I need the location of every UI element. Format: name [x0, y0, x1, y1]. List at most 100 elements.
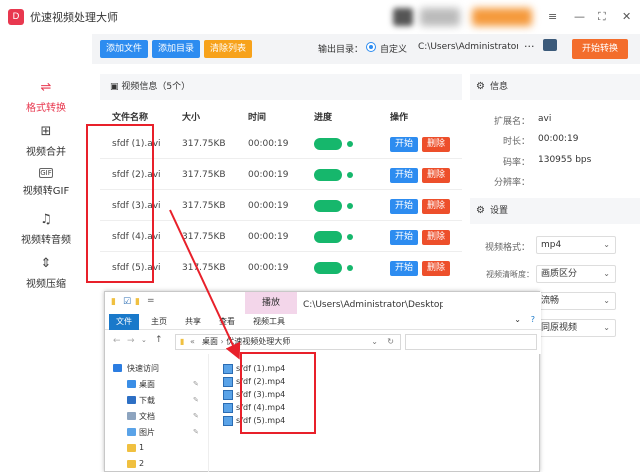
- output-path-field[interactable]: C:\Users\Administrator\: [418, 42, 518, 52]
- gif-icon: GIF: [39, 168, 53, 178]
- add-file-button[interactable]: 添加文件: [100, 40, 149, 58]
- file-time: 00:00:19: [248, 201, 289, 211]
- tab-play[interactable]: 播放: [245, 292, 297, 314]
- sidebar-item-video-to-gif[interactable]: GIF 视频转GIF: [0, 168, 92, 197]
- search-input[interactable]: [405, 334, 537, 350]
- custom-output-radio[interactable]: [366, 42, 376, 52]
- chevron-right-icon: «: [190, 337, 195, 346]
- file-size: 317.75KB: [182, 201, 226, 211]
- toolbar: 添加文件 添加目录 清除列表 输出目录： 自定义 C:\Users\Admini…: [92, 34, 640, 64]
- chevron-down-icon[interactable]: ⌄: [514, 315, 521, 324]
- tab-file[interactable]: 文件: [109, 314, 139, 330]
- start-button[interactable]: 开始: [390, 230, 418, 245]
- download-icon: [127, 396, 136, 404]
- help-icon[interactable]: ?: [531, 315, 535, 324]
- resolution-select[interactable]: 同原视频 ⌄: [536, 319, 616, 337]
- chevron-down-icon: ⌄: [603, 296, 610, 305]
- clear-list-button[interactable]: 清除列表: [204, 40, 253, 58]
- row-divider: [100, 189, 462, 190]
- column-header-progress: 进度: [314, 113, 333, 123]
- chevron-down-icon: ⌄: [603, 240, 610, 249]
- settings-title: 设置: [490, 206, 509, 216]
- chevron-down-icon: ⌄: [603, 269, 610, 278]
- column-header-actions: 操作: [390, 113, 409, 123]
- sidebar-item-video-compress[interactable]: ⇕ 视频压缩: [0, 256, 92, 290]
- chevron-down-icon[interactable]: ⌄: [371, 335, 378, 349]
- file-time: 00:00:19: [248, 232, 289, 242]
- convert-icon: ⇌: [40, 80, 52, 95]
- video-format-select[interactable]: mp4 ⌄: [536, 236, 616, 254]
- column-header-time: 时间: [248, 113, 267, 123]
- video-file-icon: [223, 403, 233, 413]
- file-time: 00:00:19: [248, 170, 289, 180]
- video-quality-label: 视频清晰度：: [486, 270, 534, 279]
- forward-icon[interactable]: →: [127, 336, 135, 346]
- file-list-header: ▣ 视频信息（5个）: [100, 74, 462, 100]
- pin-icon[interactable]: ✎: [193, 428, 199, 436]
- address-input[interactable]: ▮ « 桌面 › 优速视频处理大师 ⌄ ↻: [175, 334, 401, 350]
- desktop-icon: [127, 380, 136, 388]
- app-logo-icon: D: [8, 9, 24, 25]
- nav-item-label: 快速访问: [127, 364, 159, 373]
- file-size: 317.75KB: [182, 170, 226, 180]
- refresh-icon[interactable]: ↻: [387, 335, 394, 349]
- video-quality-select[interactable]: 画质区分 ⌄: [536, 265, 616, 283]
- address-crumb-folder[interactable]: 优速视频处理大师: [226, 337, 290, 346]
- start-button[interactable]: 开始: [390, 137, 418, 152]
- sidebar-item-video-merge[interactable]: ⊞ 视频合并: [0, 124, 92, 158]
- nav-item-label: 文档: [139, 412, 155, 421]
- tab-home[interactable]: 主页: [151, 316, 167, 327]
- status-dot: [347, 141, 353, 147]
- open-folder-icon[interactable]: [543, 39, 557, 51]
- pin-icon[interactable]: ✎: [193, 380, 199, 388]
- video-file-icon: [223, 364, 233, 374]
- folder-icon: ▮: [135, 297, 140, 307]
- sidebar-item-label: 视频转GIF: [22, 186, 70, 197]
- pin-icon[interactable]: ✎: [193, 396, 199, 404]
- close-icon[interactable]: ✕: [622, 10, 631, 23]
- start-button[interactable]: 开始: [390, 199, 418, 214]
- back-icon[interactable]: ←: [113, 336, 121, 346]
- delete-button[interactable]: 删除: [422, 199, 450, 214]
- audio-icon: ♫: [40, 212, 52, 227]
- status-dot: [347, 234, 353, 240]
- folder-icon: ▮: [180, 337, 185, 346]
- delete-button[interactable]: 删除: [422, 168, 450, 183]
- menu-icon[interactable]: ≡: [548, 10, 557, 23]
- fluency-select[interactable]: 流畅 ⌄: [536, 292, 616, 310]
- tab-share[interactable]: 共享: [185, 316, 201, 327]
- minimize-icon[interactable]: —: [574, 10, 585, 23]
- column-header-name: 文件名称: [112, 113, 149, 123]
- folder-icon: [127, 460, 136, 468]
- sidebar-item-video-to-audio[interactable]: ♫ 视频转音频: [0, 212, 92, 246]
- explorer-title-bar: ▮ ☑ ▮ = 播放 C:\Users\Administrator\Deskto…: [105, 292, 541, 314]
- tab-view[interactable]: 查看: [219, 316, 235, 327]
- sidebar-item-format-convert[interactable]: ⇌ 格式转换: [0, 80, 92, 114]
- delete-button[interactable]: 删除: [422, 230, 450, 245]
- up-icon[interactable]: ↑: [155, 335, 163, 345]
- explorer-ribbon: 文件 主页 共享 查看 视频工具 ⌄ ?: [105, 314, 541, 330]
- sidebar-item-label: 格式转换: [26, 103, 66, 114]
- pin-icon[interactable]: ✎: [193, 412, 199, 420]
- select-value: 同原视频: [541, 323, 578, 333]
- file-time: 00:00:19: [248, 139, 289, 149]
- picture-icon: [127, 428, 136, 436]
- check-icon: ☑: [123, 297, 132, 307]
- document-icon: [127, 412, 136, 420]
- address-crumb-desktop[interactable]: 桌面: [202, 337, 218, 346]
- start-convert-button[interactable]: 开始转换: [572, 39, 628, 59]
- quick-access-dropdown-icon[interactable]: =: [147, 296, 155, 306]
- column-header-size: 大小: [182, 113, 201, 123]
- delete-button[interactable]: 删除: [422, 137, 450, 152]
- nav-item-label: 下载: [139, 396, 155, 405]
- tab-video-tools[interactable]: 视频工具: [253, 316, 285, 327]
- more-options-button[interactable]: ···: [524, 40, 535, 53]
- maximize-icon[interactable]: ⛶: [598, 10, 606, 24]
- start-button[interactable]: 开始: [390, 261, 418, 276]
- add-directory-button[interactable]: 添加目录: [152, 40, 201, 58]
- delete-button[interactable]: 删除: [422, 261, 450, 276]
- start-button[interactable]: 开始: [390, 168, 418, 183]
- chevron-down-icon[interactable]: ⌄: [141, 336, 147, 344]
- status-dot: [347, 172, 353, 178]
- gear-icon: ⚙: [476, 81, 485, 92]
